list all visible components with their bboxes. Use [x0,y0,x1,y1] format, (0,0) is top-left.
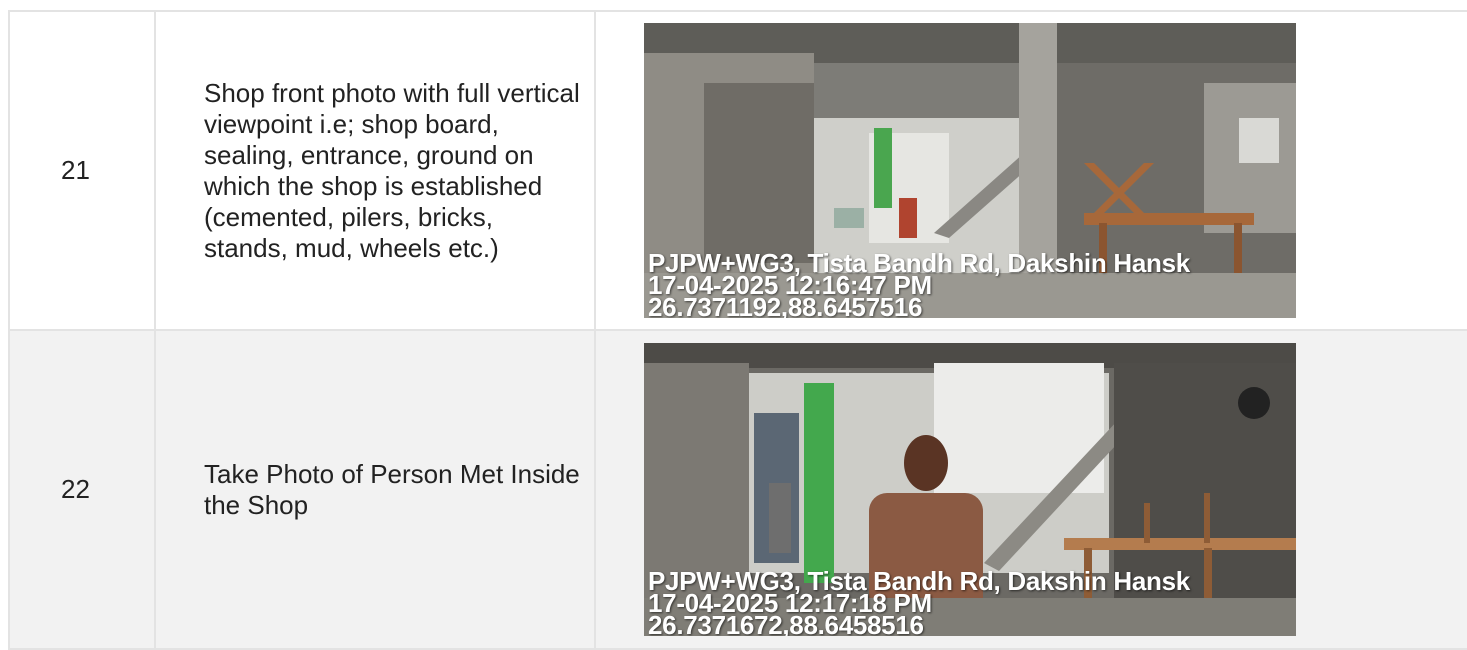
photo-geotag-stamp: PJPW+WG3, Tista Bandh Rd, Dakshin Hansk … [648,568,1190,636]
row-number: 22 [8,329,156,650]
photo-cell: PJPW+WG3, Tista Bandh Rd, Dakshin Hansk … [594,329,1467,650]
photo-cell: PJPW+WG3, Tista Bandh Rd, Dakshin Hansk … [594,10,1467,331]
row-description: Take Photo of Person Met Inside the Shop [154,329,596,650]
table-row: 22 Take Photo of Person Met Inside the S… [8,329,1467,650]
photo-geotag-stamp: PJPW+WG3, Tista Bandh Rd, Dakshin Hansk … [648,250,1190,318]
shop-front-photo[interactable]: PJPW+WG3, Tista Bandh Rd, Dakshin Hansk … [644,23,1296,318]
table-row: 21 Shop front photo with full vertical v… [8,10,1467,331]
person-met-photo[interactable]: PJPW+WG3, Tista Bandh Rd, Dakshin Hansk … [644,343,1296,636]
report-table: 21 Shop front photo with full vertical v… [8,10,1467,650]
row-description: Shop front photo with full vertical view… [154,10,596,331]
stamp-coords: 26.7371192,88.6457516 [648,292,923,318]
stamp-coords: 26.7371672,88.6458516 [648,610,924,636]
row-number: 21 [8,10,156,331]
